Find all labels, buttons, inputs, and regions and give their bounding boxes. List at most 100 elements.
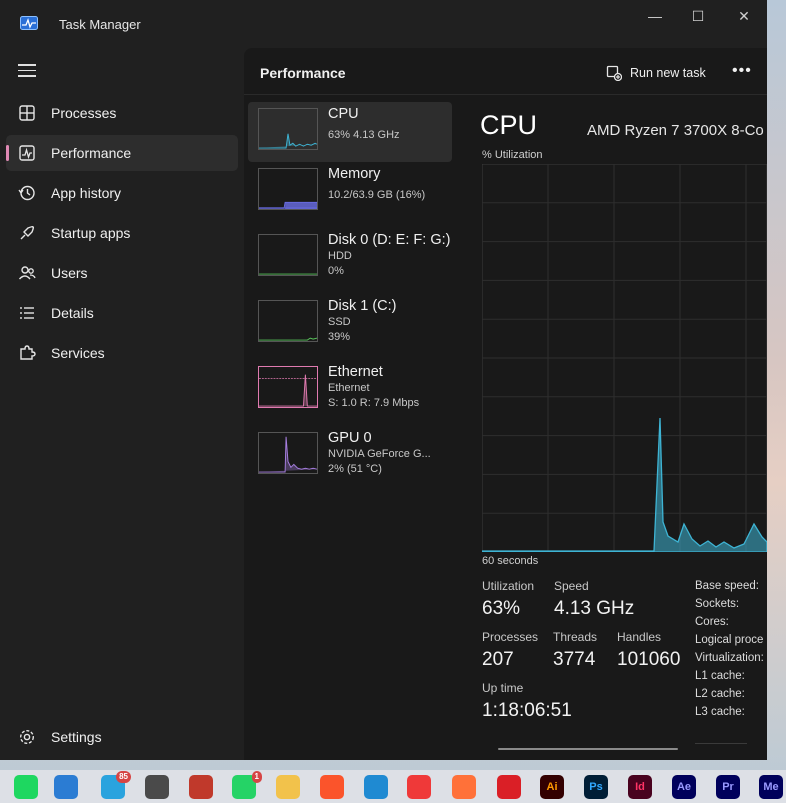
history-icon [18, 185, 35, 201]
perf-item-type: Ethernet [328, 382, 370, 394]
store-icon[interactable] [54, 775, 78, 799]
maximize-button[interactable]: ☐ [678, 4, 718, 28]
perf-item-detail: 0% [328, 265, 344, 277]
sidebar-item-label: Performance [51, 145, 132, 161]
perf-item-name: Disk 1 (C:) [328, 298, 397, 314]
speed-value: 4.13 GHz [554, 598, 635, 619]
illustrator-icon[interactable]: Ai [540, 775, 564, 799]
grid-icon [19, 105, 35, 121]
vivaldi-icon[interactable] [407, 775, 431, 799]
run-task-icon [606, 65, 622, 81]
perf-item-ethernet[interactable]: Ethernet Ethernet S: 1.0 R: 7.9 Mbps [248, 360, 452, 420]
perf-item-name: Disk 0 (D: E: F: G:) [328, 232, 451, 248]
threads-label: Threads [553, 630, 598, 644]
calculator-icon[interactable] [145, 775, 169, 799]
disk-1-thumbnail-graph [258, 300, 318, 342]
sidebar-item-label: Settings [51, 729, 102, 745]
performance-icon [19, 145, 35, 161]
sidebar-item-label: Startup apps [51, 225, 131, 241]
whatsapp-icon[interactable]: 1 [232, 771, 262, 799]
notification-badge: 85 [116, 771, 131, 783]
cpu-utilization-graph [482, 164, 767, 552]
sidebar-item-settings[interactable]: Settings [6, 719, 238, 755]
gear-icon [19, 729, 35, 745]
uptime-label: Up time [482, 681, 524, 695]
perf-item-memory[interactable]: Memory 10.2/63.9 GB (16%) [248, 162, 452, 222]
cores-label: Cores: [695, 616, 729, 628]
page-title: Performance [260, 65, 346, 81]
taskbar: 85 1 Ai Ps Id Ae Pr Me [0, 770, 786, 803]
window-title: Task Manager [59, 17, 141, 32]
run-new-task-label: Run new task [630, 66, 706, 80]
more-options-button[interactable]: ••• [732, 62, 752, 80]
edge-icon[interactable] [364, 775, 388, 799]
sidebar-item-performance[interactable]: Performance [6, 135, 238, 171]
premiere-icon[interactable]: Pr [716, 775, 740, 799]
spotify-icon[interactable] [14, 775, 38, 799]
sidebar-item-label: Services [51, 345, 105, 361]
utilization-axis-label: % Utilization [482, 149, 543, 161]
sidebar-item-details[interactable]: Details [6, 295, 238, 331]
disk-0-thumbnail-graph [258, 234, 318, 276]
firefox-icon[interactable] [452, 775, 476, 799]
creative-cloud-icon[interactable] [497, 775, 521, 799]
scroll-divider [695, 743, 747, 744]
processes-value: 207 [482, 649, 514, 670]
sidebar-item-services[interactable]: Services [6, 335, 238, 371]
sidebar-item-processes[interactable]: Processes [6, 95, 238, 131]
perf-item-name: Memory [328, 166, 381, 182]
snipping-icon[interactable] [189, 775, 213, 799]
speed-label: Speed [554, 579, 589, 593]
media-encoder-icon[interactable]: Me [759, 775, 783, 799]
cpu-title: CPU [480, 110, 538, 140]
brave-icon[interactable] [320, 775, 344, 799]
gpu-thumbnail-graph [258, 432, 318, 474]
base-speed-label: Base speed: [695, 580, 759, 592]
perf-item-cpu[interactable]: CPU 63% 4.13 GHz [248, 102, 452, 162]
sidebar-item-startup-apps[interactable]: Startup apps [6, 215, 238, 251]
handles-value: 101060 [617, 649, 681, 670]
photoshop-icon[interactable]: Ps [584, 775, 608, 799]
cpu-model-name: AMD Ryzen 7 3700X 8-Co [587, 122, 764, 139]
sidebar-item-label: Processes [51, 105, 117, 121]
perf-item-name: Ethernet [328, 364, 383, 380]
perf-item-name: CPU [328, 106, 359, 122]
close-button[interactable]: ✕ [724, 4, 764, 28]
task-manager-app-icon [20, 16, 38, 30]
users-icon [18, 266, 36, 280]
sidebar-item-label: Details [51, 305, 94, 321]
notification-badge: 1 [251, 771, 262, 783]
perf-item-type: NVIDIA GeForce G... [328, 448, 431, 460]
sidebar-item-app-history[interactable]: App history [6, 175, 238, 211]
after-effects-icon[interactable]: Ae [672, 775, 696, 799]
virtualization-label: Virtualization: [695, 652, 764, 664]
run-new-task-button[interactable]: Run new task [606, 65, 706, 81]
perf-item-gpu-0[interactable]: GPU 0 NVIDIA GeForce G... 2% (51 °C) [248, 426, 452, 486]
media-encoder-icon-label: Me [763, 781, 779, 793]
after-effects-icon-label: Ae [676, 781, 692, 793]
horizontal-scrollbar[interactable] [498, 748, 678, 750]
photoshop-icon-label: Ps [589, 781, 603, 793]
sidebar-item-users[interactable]: Users [6, 255, 238, 291]
minimize-button[interactable]: — [635, 4, 675, 28]
puzzle-icon [20, 345, 36, 360]
processes-label: Processes [482, 630, 539, 644]
title-bar[interactable]: Task Manager — ☐ ✕ [0, 0, 767, 48]
perf-item-detail: 63% 4.13 GHz [328, 129, 400, 141]
perf-item-detail: 39% [328, 331, 351, 343]
file-explorer-icon[interactable] [276, 775, 300, 799]
perf-item-type: SSD [328, 316, 351, 328]
hamburger-menu-icon[interactable] [18, 64, 36, 78]
indesign-icon[interactable]: Id [628, 775, 652, 799]
time-span-label: 60 seconds [482, 555, 539, 567]
l1-cache-label: L1 cache: [695, 670, 745, 682]
perf-item-disk-1[interactable]: Disk 1 (C:) SSD 39% [248, 294, 452, 354]
sidebar-item-label: App history [51, 185, 122, 201]
perf-item-disk-0[interactable]: Disk 0 (D: E: F: G:) HDD 0% [248, 228, 452, 288]
utilization-label: Utilization [482, 579, 535, 593]
perf-item-type: HDD [328, 250, 352, 262]
perf-item-detail: 2% (51 °C) [328, 463, 382, 475]
telegram-icon[interactable]: 85 [101, 771, 131, 799]
sidebar-item-label: Users [51, 265, 88, 281]
logical-processors-label: Logical proce [695, 634, 764, 646]
